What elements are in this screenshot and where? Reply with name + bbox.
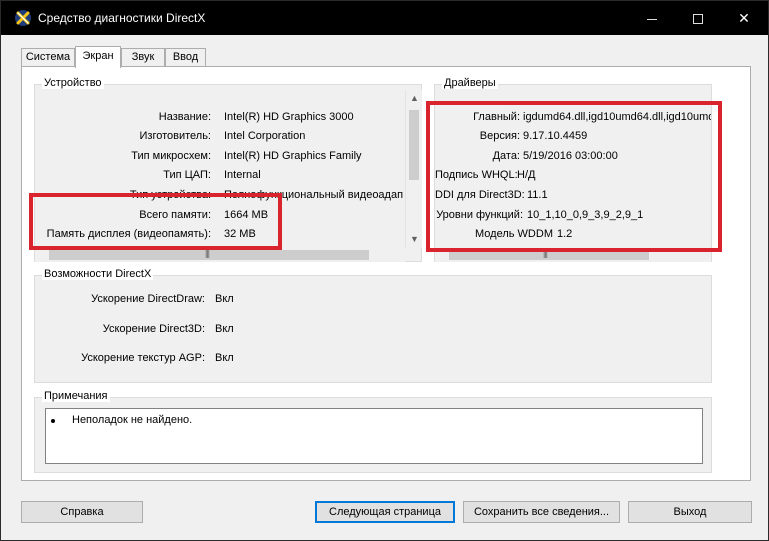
device-row-value: Intel(R) HD Graphics Family: [224, 150, 362, 162]
feature-row-label: Ускорение Direct3D:: [102, 323, 205, 335]
device-row-label: Название:: [158, 111, 211, 123]
device-row: Изготовитель: Intel Corporation: [35, 130, 405, 146]
directx-features-group: Возможности DirectX Ускорение DirectDraw…: [34, 268, 712, 383]
scroll-thumb[interactable]: [409, 110, 419, 180]
close-icon: ✕: [738, 10, 750, 26]
save-all-button[interactable]: Сохранить все сведения...: [463, 501, 620, 523]
feature-row-value: Вкл: [215, 352, 234, 364]
device-row-label: Изготовитель:: [139, 130, 212, 142]
feature-row-value: Вкл: [215, 293, 234, 305]
device-vertical-scrollbar[interactable]: ▲ ▼: [405, 90, 422, 248]
notes-item: Неполадок не найдено.: [72, 414, 193, 426]
feature-row-value: Вкл: [215, 323, 234, 335]
device-row-label: Тип ЦАП:: [163, 169, 211, 181]
feature-row-label: Ускорение DirectDraw:: [91, 293, 205, 305]
notes-textbox[interactable]: Неполадок не найдено.: [45, 408, 703, 464]
close-button[interactable]: ✕: [721, 1, 767, 35]
help-button[interactable]: Справка: [21, 501, 143, 523]
tab-system[interactable]: Система: [21, 48, 75, 67]
device-row-value: Intel Corporation: [224, 130, 306, 142]
device-horizontal-scrollbar[interactable]: |||: [35, 248, 405, 262]
highlight-box-memory: [29, 193, 282, 250]
bullet-icon: [51, 419, 55, 423]
device-row: Тип микросхем: Intel(R) HD Graphics Fami…: [35, 150, 405, 166]
notes-group-label: Примечания: [42, 390, 110, 402]
maximize-button[interactable]: [675, 1, 721, 35]
exit-button[interactable]: Выход: [628, 501, 752, 523]
directx-app-icon: [15, 10, 31, 26]
device-row-value: Internal: [224, 169, 261, 181]
device-row-value: Intel(R) HD Graphics 3000: [224, 111, 354, 123]
minimize-icon: [647, 18, 657, 20]
device-row: Название: Intel(R) HD Graphics 3000: [35, 111, 405, 127]
directx-diag-window: Средство диагностики DirectX ✕ Система Э…: [0, 0, 769, 541]
tab-sound[interactable]: Звук: [121, 48, 165, 67]
tab-input[interactable]: Ввод: [165, 48, 206, 67]
scroll-down-icon[interactable]: ▼: [406, 231, 423, 247]
maximize-icon: [693, 14, 703, 25]
feature-row-label: Ускорение текстур AGP:: [81, 352, 205, 364]
minimize-button[interactable]: [629, 1, 675, 35]
scroll-up-icon[interactable]: ▲: [406, 90, 423, 106]
feature-row: Ускорение DirectDraw: Вкл: [35, 293, 335, 309]
device-row: Тип ЦАП: Internal: [35, 169, 405, 185]
window-title: Средство диагностики DirectX: [38, 11, 206, 25]
next-page-button[interactable]: Следующая страница: [315, 501, 455, 523]
title-bar[interactable]: Средство диагностики DirectX ✕: [1, 1, 768, 35]
highlight-box-drivers: [426, 101, 722, 252]
directx-features-label: Возможности DirectX: [42, 268, 154, 280]
notes-group: Примечания Неполадок не найдено.: [34, 390, 712, 473]
feature-row: Ускорение текстур AGP: Вкл: [35, 352, 335, 368]
feature-row: Ускорение Direct3D: Вкл: [35, 323, 335, 339]
device-row-label: Тип микросхем:: [131, 150, 211, 162]
tab-display[interactable]: Экран: [75, 46, 121, 68]
